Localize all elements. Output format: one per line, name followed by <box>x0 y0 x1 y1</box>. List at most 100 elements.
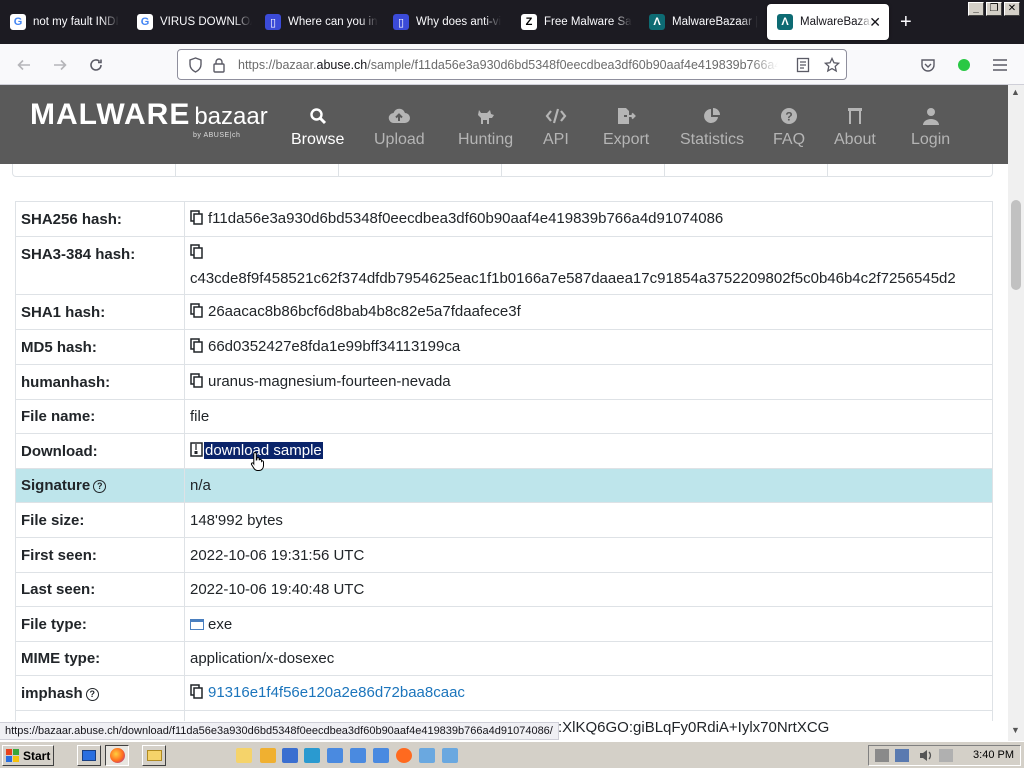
browser-tab[interactable]: G not my fault INDI <box>0 4 125 40</box>
malwarebazaar-icon: Λ <box>649 14 665 30</box>
taskbar-app-explorer[interactable] <box>77 745 101 766</box>
menu-label: Browse <box>291 131 345 148</box>
network-icon[interactable] <box>875 749 889 762</box>
filename-label: File name: <box>15 399 185 434</box>
table-row-highlighted: Signature? n/a <box>15 468 993 503</box>
google-icon: G <box>137 14 153 30</box>
lock-icon[interactable] <box>208 54 230 76</box>
menu-about[interactable]: About <box>834 105 876 149</box>
windows-logo-icon <box>6 749 19 762</box>
menu-statistics[interactable]: Statistics <box>680 105 744 149</box>
browser-tab-active[interactable]: Λ MalwareBazaa ✕ <box>767 4 889 40</box>
copy-icon[interactable] <box>190 683 203 703</box>
filesize-value: 148'992 bytes <box>184 502 993 538</box>
folder-icon <box>146 750 162 761</box>
menu-upload[interactable]: Upload <box>374 105 425 149</box>
browser-tab[interactable]: Z Free Malware Sa <box>511 4 636 40</box>
firefox-icon[interactable] <box>396 748 412 763</box>
folder-icon[interactable] <box>236 748 252 763</box>
taskbar-app-firefox[interactable] <box>105 745 129 766</box>
url-prefix: https://bazaar. <box>238 57 317 72</box>
table-row: First seen: 2022-10-06 19:31:56 UTC <box>15 537 993 573</box>
maximize-button[interactable]: ❐ <box>986 2 1002 16</box>
folder-icon[interactable] <box>260 748 276 763</box>
imphash-link[interactable]: 91316e1f4f56e120a2e86d72baa8caac <box>208 684 465 701</box>
copy-icon[interactable] <box>190 209 203 229</box>
document-icon: ▯ <box>393 14 409 30</box>
program-icon[interactable] <box>282 748 298 763</box>
sha1-label: SHA1 hash: <box>15 294 185 330</box>
program-icon[interactable] <box>350 748 366 763</box>
menu-export[interactable]: Export <box>603 105 649 149</box>
extension-button[interactable] <box>951 52 977 78</box>
page-content: SHA256 hash: f11da56e3a930d6bd5348f0eecd… <box>0 164 1008 721</box>
url-text[interactable]: https://bazaar.abuse.ch/sample/f11da56e3… <box>238 58 778 72</box>
scroll-up-icon[interactable]: ▲ <box>1011 87 1020 97</box>
copy-icon[interactable] <box>190 302 203 322</box>
system-tray: 3:40 PM <box>868 745 1021 766</box>
sha256-value: f11da56e3a930d6bd5348f0eecdbea3df60b90aa… <box>208 209 724 227</box>
file-archive-icon[interactable] <box>190 441 203 461</box>
pocket-button[interactable] <box>915 52 941 78</box>
signature-label: Signature <box>21 477 91 494</box>
help-icon[interactable]: ? <box>85 687 99 701</box>
close-tab-icon[interactable]: ✕ <box>869 14 881 30</box>
program-icon[interactable] <box>373 748 389 763</box>
reload-button[interactable] <box>83 52 109 78</box>
site-logo[interactable]: MALWARE bazaar <box>30 98 268 132</box>
scroll-down-icon[interactable]: ▼ <box>1011 725 1020 735</box>
browser-tab[interactable]: G VIRUS DOWNLOA <box>127 4 252 40</box>
tray-app-icon[interactable] <box>939 749 953 762</box>
forward-button[interactable] <box>47 52 73 78</box>
user-icon <box>919 105 943 127</box>
program-icon[interactable] <box>327 748 343 763</box>
shield-icon[interactable] <box>184 54 206 76</box>
browser-tab[interactable]: ▯ Where can you in <box>255 4 380 40</box>
menu-api[interactable]: API <box>543 105 569 149</box>
browser-tab[interactable]: Λ MalwareBazaar | <box>639 4 764 40</box>
arrow-left-icon <box>17 59 30 71</box>
menu-faq[interactable]: ? FAQ <box>773 105 805 149</box>
reload-icon <box>90 59 102 71</box>
copy-icon[interactable] <box>190 337 203 357</box>
sha3-value: c43cde8f9f458521c62f374dfdb7954625eac1f1… <box>190 269 956 287</box>
menu-login[interactable]: Login <box>911 105 950 149</box>
tab-title: not my fault INDI <box>33 16 119 28</box>
minimize-button[interactable]: _ <box>968 2 984 16</box>
back-button[interactable] <box>11 52 37 78</box>
menu-label: FAQ <box>773 131 806 148</box>
page-scrollbar[interactable]: ▲ ▼ <box>1008 85 1024 741</box>
program-icon[interactable] <box>304 748 320 763</box>
help-icon[interactable]: ? <box>93 480 107 493</box>
signature-value: n/a <box>184 468 993 503</box>
first-seen-value: 2022-10-06 19:31:56 UTC <box>184 537 993 573</box>
scroll-thumb[interactable] <box>1011 200 1021 290</box>
browser-toolbar: https://bazaar.abuse.ch/sample/f11da56e3… <box>0 44 1024 85</box>
start-button[interactable]: Start <box>2 745 54 766</box>
taskbar-app-folder[interactable] <box>142 745 166 766</box>
browser-tab[interactable]: ▯ Why does anti-vi <box>383 4 508 40</box>
table-row: SHA3-384 hash: c43cde8f9f458521c62f374df… <box>15 236 993 295</box>
malwarebazaar-icon: Λ <box>777 14 793 30</box>
volume-icon[interactable] <box>919 749 933 762</box>
close-window-button[interactable]: ✕ <box>1004 2 1020 16</box>
recycle-bin-icon[interactable] <box>442 748 458 763</box>
menu-label: Export <box>603 131 650 148</box>
bookmark-star-icon[interactable] <box>821 54 843 76</box>
dog-icon <box>474 105 498 127</box>
url-path: /sample/f11da56e3a930d6bd5348f0eecdbea3d… <box>367 57 778 72</box>
copy-icon[interactable] <box>190 372 203 392</box>
sha256-label: SHA256 hash: <box>15 201 185 237</box>
tray-app-icon[interactable] <box>895 749 909 762</box>
menu-button[interactable] <box>987 52 1013 78</box>
menu-browse[interactable]: Browse <box>291 105 344 149</box>
address-bar[interactable]: https://bazaar.abuse.ch/sample/f11da56e3… <box>177 49 847 80</box>
menu-hunting[interactable]: Hunting <box>458 105 513 149</box>
copy-icon[interactable] <box>190 243 203 267</box>
start-label: Start <box>23 748 51 763</box>
reader-view-icon[interactable] <box>792 54 814 76</box>
new-tab-button[interactable]: + <box>900 12 912 32</box>
code-icon <box>544 105 568 127</box>
recycle-bin-icon[interactable] <box>419 748 435 763</box>
building-icon <box>843 105 867 127</box>
